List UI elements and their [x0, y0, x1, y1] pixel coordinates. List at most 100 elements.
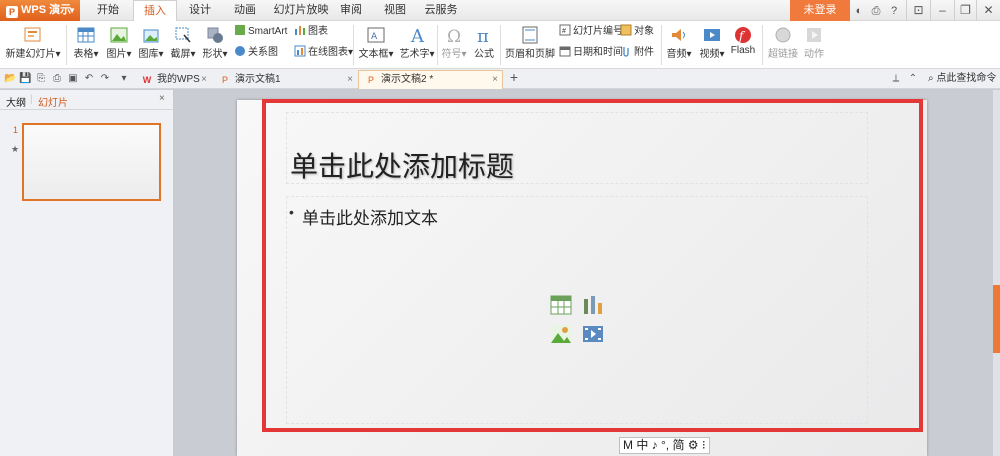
table-button[interactable]: 表格▾: [70, 25, 102, 60]
tab-review[interactable]: 审阅: [333, 0, 369, 21]
video-icon: [704, 29, 720, 41]
object-button[interactable]: 对象: [620, 24, 654, 39]
open-folder-icon[interactable]: 📂: [4, 73, 16, 85]
pin-icon[interactable]: ⟂: [890, 73, 902, 85]
restore-ribbon-icon[interactable]: ⊡: [906, 0, 930, 21]
screenshot-icon: [175, 27, 191, 43]
command-search[interactable]: ⌕ 点此查找命令: [928, 72, 996, 86]
animation-star-icon: ★: [11, 144, 20, 154]
tab-design[interactable]: 设计: [180, 0, 220, 21]
close-tab-icon[interactable]: ×: [492, 71, 498, 89]
tab-document-2[interactable]: P 演示文稿2 * ×: [358, 70, 503, 89]
tab-my-wps[interactable]: W 我的WPS ×: [134, 70, 212, 89]
gallery-button[interactable]: 图库▾: [136, 25, 166, 60]
close-tab-icon[interactable]: ×: [347, 71, 353, 89]
table-icon: [77, 27, 95, 43]
shape-icon: [207, 27, 223, 43]
picture-button[interactable]: 图片▾: [104, 25, 134, 60]
skin-icon[interactable]: ◐: [851, 3, 867, 19]
app-name: WPS 演示: [21, 4, 72, 16]
textbox-button[interactable]: A 文本框▾: [356, 25, 396, 60]
relation-label: 关系图: [248, 47, 278, 58]
tab-slideshow[interactable]: 幻灯片放映: [269, 0, 333, 21]
presentation-icon: P: [221, 75, 228, 85]
slide-number-button[interactable]: # 幻灯片编号: [559, 24, 623, 39]
header-footer-label: 页眉和页脚: [505, 49, 555, 60]
new-slide-button[interactable]: 新建幻灯片▾: [4, 25, 62, 60]
scrollbar-thumb[interactable]: [993, 285, 1000, 353]
smartart-button[interactable]: SmartArt: [234, 24, 287, 39]
new-slide-icon: [24, 27, 41, 42]
app-menu-button[interactable]: P WPS 演示 ▼: [0, 0, 80, 21]
close-icon[interactable]: ✕: [976, 0, 1000, 21]
slide-thumbnail[interactable]: [22, 123, 161, 201]
ime-toolbar[interactable]: M 中 ♪ °, 简 ⚙ ⁝: [619, 437, 710, 454]
header-footer-button[interactable]: 页眉和页脚: [505, 25, 555, 60]
svg-text:π: π: [477, 26, 489, 45]
customize-icon[interactable]: ▾: [118, 73, 130, 85]
textbox-icon: A: [367, 27, 385, 43]
flash-button[interactable]: f Flash: [729, 25, 757, 56]
ribbon-insert: 新建幻灯片▾ 表格▾ 图片▾ 图库▾ 截屏▾ 形状▾ SmartArt 关系图 …: [0, 21, 1000, 69]
online-chart-button[interactable]: 在线图表▾: [294, 45, 353, 60]
tab-view[interactable]: 视图: [377, 0, 413, 21]
vertical-scrollbar[interactable]: [993, 90, 1000, 456]
datetime-label: 日期和时间: [573, 47, 623, 58]
collapse-ribbon-icon[interactable]: ⌃: [907, 73, 919, 85]
action-button[interactable]: 动作: [801, 25, 827, 60]
relation-button[interactable]: 关系图: [234, 45, 278, 60]
close-panel-icon[interactable]: ×: [159, 93, 165, 104]
picture-icon: [110, 27, 128, 43]
share-icon[interactable]: ⎙: [868, 3, 884, 19]
symbol-button[interactable]: Ω 符号▾: [440, 25, 468, 60]
datetime-button[interactable]: 日期和时间: [559, 45, 623, 60]
hyperlink-button[interactable]: 超链接: [765, 25, 801, 60]
tab-animation[interactable]: 动画: [225, 0, 265, 21]
redo-icon[interactable]: ↷: [99, 73, 111, 85]
smartart-label: SmartArt: [248, 26, 288, 37]
video-label: 视频: [699, 49, 720, 60]
save-icon[interactable]: 💾: [19, 73, 31, 85]
help-icon[interactable]: ?: [886, 3, 902, 19]
wordart-icon: A: [410, 26, 425, 45]
formula-button[interactable]: π 公式: [471, 25, 497, 60]
new-tab-plus-icon[interactable]: +: [508, 70, 520, 84]
online-chart-label: 在线图表: [308, 47, 348, 58]
tab-insert[interactable]: 插入: [133, 0, 177, 22]
smartart-icon: [235, 25, 245, 35]
maximize-icon[interactable]: ❐: [954, 0, 976, 21]
command-search-label: 点此查找命令: [936, 73, 997, 84]
minimize-icon[interactable]: –: [930, 0, 954, 21]
header-footer-icon: [522, 26, 538, 44]
pi-icon: π: [477, 26, 489, 45]
symbol-label: 符号: [441, 49, 462, 60]
tab-document-1[interactable]: P 演示文稿1 ×: [212, 70, 358, 89]
login-button[interactable]: 未登录: [790, 0, 850, 21]
print-icon[interactable]: ⎙: [51, 73, 63, 85]
svg-text:Ω: Ω: [447, 27, 461, 45]
online-chart-icon: [294, 45, 306, 57]
slides-tab[interactable]: 幻灯片: [38, 94, 68, 109]
audio-button[interactable]: 音频▾: [664, 25, 694, 60]
table-label: 表格: [73, 49, 94, 60]
flash-icon: f: [735, 27, 751, 43]
undo-icon[interactable]: ↶: [83, 73, 95, 85]
outline-tab[interactable]: 大纲: [6, 94, 26, 109]
shape-button[interactable]: 形状▾: [200, 25, 230, 60]
wordart-button[interactable]: A 艺术字▾: [398, 25, 436, 60]
tab-home[interactable]: 开始: [86, 0, 130, 21]
video-button[interactable]: 视频▾: [697, 25, 727, 60]
screenshot-button[interactable]: 截屏▾: [168, 25, 198, 60]
screenshot-label: 截屏: [170, 49, 191, 60]
chart-button[interactable]: 图表: [294, 24, 328, 39]
export-icon[interactable]: ⎘: [35, 73, 47, 85]
tab-cloud[interactable]: 云服务: [421, 0, 461, 21]
close-tab-icon[interactable]: ×: [201, 71, 207, 89]
picture-label: 图片: [106, 49, 127, 60]
relation-icon: [235, 46, 245, 56]
attachment-button[interactable]: 附件: [620, 45, 654, 60]
preview-icon[interactable]: ▣: [67, 73, 79, 85]
presentation-icon: P: [367, 75, 374, 85]
svg-text:A: A: [371, 32, 378, 42]
omega-icon: Ω: [447, 27, 461, 45]
